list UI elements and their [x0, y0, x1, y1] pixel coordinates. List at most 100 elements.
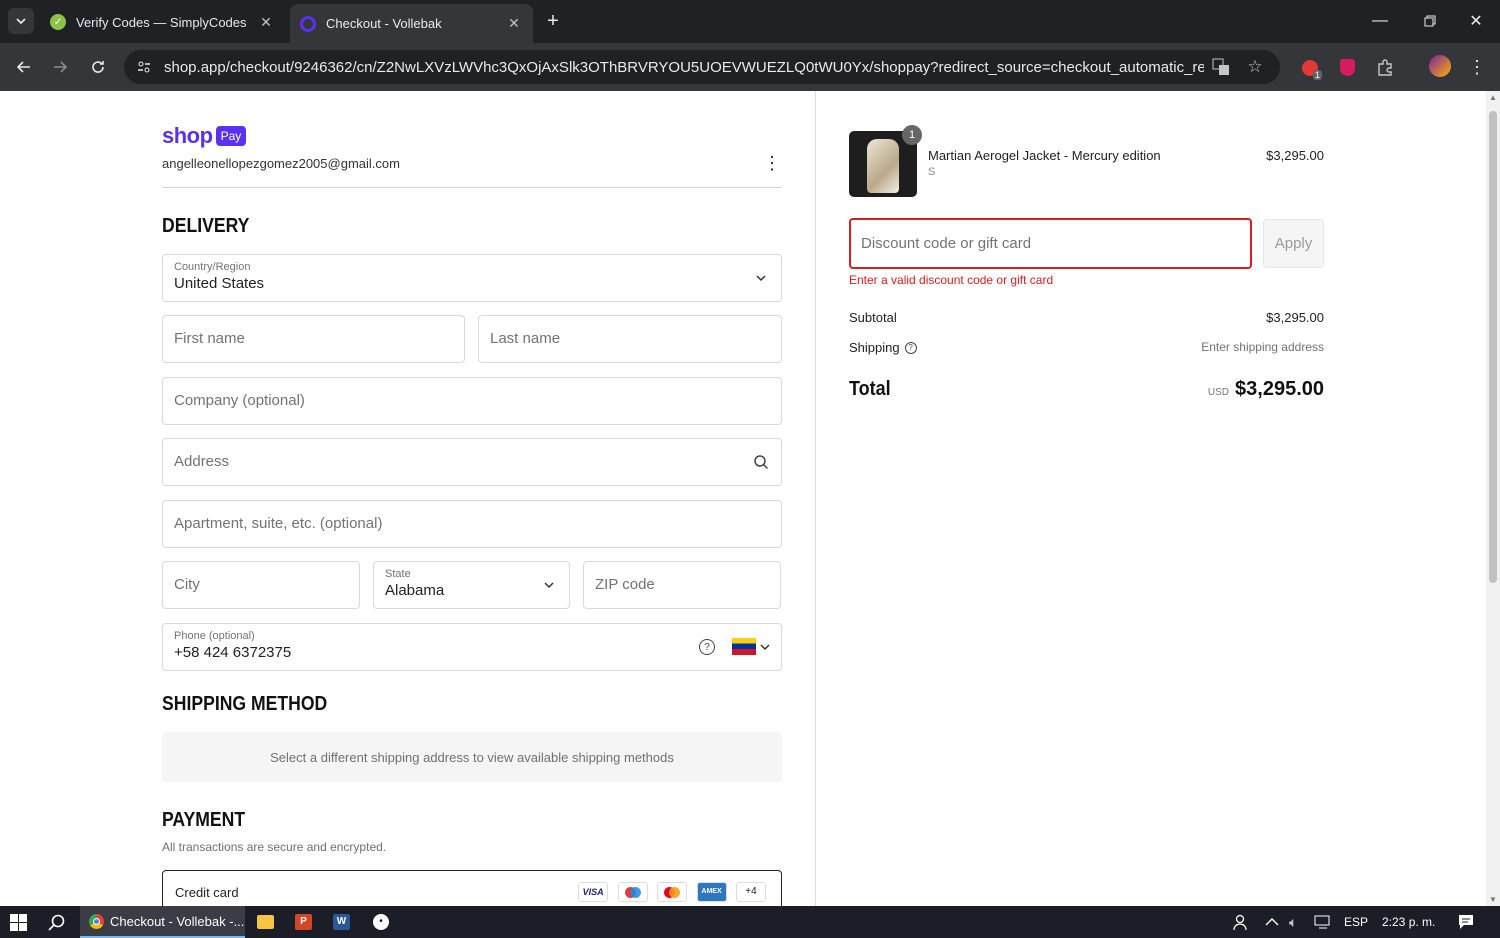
- card-brands: VISA AMEX +4: [573, 882, 766, 902]
- powerpoint-icon[interactable]: P: [295, 914, 312, 930]
- address-placeholder: Address: [174, 453, 230, 470]
- close-window-icon[interactable]: ✕: [1464, 10, 1488, 32]
- taskbar-chrome-app[interactable]: Checkout - Vollebak -...: [80, 906, 245, 938]
- pay-badge: Pay: [215, 126, 247, 146]
- state-select[interactable]: State Alabama: [373, 561, 570, 609]
- windows-taskbar: Checkout - Vollebak -... P W • 🔈︎ ESP 2:…: [0, 906, 1500, 938]
- reload-icon[interactable]: [86, 55, 110, 79]
- phone-field[interactable]: Phone (optional) +58 424 6372375 ?: [162, 623, 782, 671]
- new-tab-icon[interactable]: +: [542, 10, 564, 32]
- back-icon[interactable]: [12, 55, 36, 79]
- phone-value: +58 424 6372375: [174, 644, 292, 661]
- phone-label: Phone (optional): [174, 630, 255, 642]
- account-menu-icon[interactable]: ⋮: [762, 153, 782, 173]
- simplycodes-favicon-icon: ✓: [50, 14, 66, 30]
- country-label: Country/Region: [174, 261, 251, 273]
- shipping-help-icon[interactable]: ?: [904, 341, 917, 354]
- apartment-placeholder: Apartment, suite, etc. (optional): [174, 515, 383, 532]
- header-divider: [162, 187, 782, 188]
- maestro-icon: [617, 882, 648, 902]
- total-value: $3,295.00: [1235, 378, 1324, 400]
- tab-verify-codes[interactable]: ✓ Verify Codes — SimplyCodes ✕: [40, 6, 285, 38]
- item-quantity-badge: 1: [902, 125, 922, 145]
- company-placeholder: Company (optional): [174, 392, 305, 409]
- city-placeholder: City: [174, 576, 200, 593]
- credit-card-label: Credit card: [175, 885, 239, 900]
- venezuela-flag-icon: [732, 638, 756, 655]
- site-info-icon[interactable]: [124, 59, 164, 75]
- windows-start-icon[interactable]: [10, 914, 27, 931]
- chevron-down-icon: [543, 579, 555, 591]
- total-amount: USD $3,295.00: [1208, 378, 1324, 401]
- browser-tab-strip: ✓ Verify Codes — SimplyCodes ✕ Checkout …: [0, 0, 1500, 43]
- extensions-puzzle-icon[interactable]: [1374, 56, 1396, 78]
- language-indicator[interactable]: ESP: [1344, 915, 1368, 929]
- page-scrollbar[interactable]: ▲ ▼: [1486, 91, 1500, 906]
- shop-pay-logo: shop Pay: [162, 123, 247, 149]
- forward-icon[interactable]: [48, 55, 72, 79]
- first-name-placeholder: First name: [174, 330, 245, 347]
- volume-icon[interactable]: 🔈︎: [1289, 914, 1297, 931]
- address-field[interactable]: Address: [162, 438, 782, 486]
- close-tab-icon[interactable]: ✕: [257, 14, 275, 31]
- first-name-field[interactable]: First name: [162, 315, 465, 363]
- country-select[interactable]: Country/Region United States: [162, 254, 782, 302]
- account-email: angelleonellopezgomez2005@gmail.com: [162, 156, 400, 171]
- total-label: Total: [849, 378, 891, 400]
- subtotal-label: Subtotal: [849, 310, 897, 325]
- tab-title: Checkout - Vollebak: [326, 16, 442, 31]
- payment-subtitle: All transactions are secure and encrypte…: [162, 840, 387, 854]
- city-field[interactable]: City: [162, 561, 360, 609]
- shipping-row: Shipping ?: [849, 340, 917, 355]
- bookmark-star-icon[interactable]: ☆: [1238, 57, 1272, 77]
- visa-icon: VISA: [578, 882, 609, 902]
- payment-heading: PAYMENT: [162, 809, 246, 831]
- more-cards-badge: +4: [736, 882, 766, 902]
- search-icon[interactable]: [48, 914, 65, 931]
- state-value: Alabama: [385, 582, 445, 599]
- last-name-field[interactable]: Last name: [478, 315, 782, 363]
- tab-title: Verify Codes — SimplyCodes: [76, 14, 247, 30]
- browser-menu-icon[interactable]: ⋮: [1468, 56, 1486, 78]
- word-icon[interactable]: W: [333, 914, 350, 930]
- company-field[interactable]: Company (optional): [162, 377, 782, 425]
- minimize-icon[interactable]: —: [1368, 10, 1392, 32]
- search-icon: [753, 454, 769, 470]
- shipping-value: Enter shipping address: [1201, 340, 1324, 354]
- close-tab-icon[interactable]: ✕: [505, 15, 523, 32]
- tray-chevron-up-icon[interactable]: [1265, 916, 1279, 928]
- subtotal-value: $3,295.00: [1266, 310, 1324, 325]
- tab-search-chevron-icon[interactable]: [8, 8, 34, 34]
- apply-button[interactable]: Apply: [1263, 219, 1324, 268]
- shipping-method-heading: SHIPPING METHOD: [162, 693, 328, 715]
- shield-extension-icon[interactable]: [1336, 56, 1358, 78]
- country-flag-picker[interactable]: [732, 638, 771, 655]
- zip-field[interactable]: ZIP code: [583, 561, 781, 609]
- network-icon[interactable]: [1314, 915, 1332, 929]
- translate-icon[interactable]: [1204, 58, 1238, 76]
- apartment-field[interactable]: Apartment, suite, etc. (optional): [162, 500, 782, 548]
- people-icon[interactable]: [1233, 914, 1250, 931]
- file-explorer-icon[interactable]: [257, 915, 274, 929]
- item-variant: S: [928, 166, 936, 178]
- credit-card-option[interactable]: Credit card VISA AMEX +4: [162, 870, 782, 906]
- amex-icon: AMEX: [696, 882, 727, 902]
- shipping-label: Shipping: [849, 340, 900, 355]
- chevron-down-icon: [755, 272, 767, 284]
- clock[interactable]: 2:23 p. m.: [1382, 915, 1435, 929]
- zip-placeholder: ZIP code: [595, 576, 655, 593]
- restore-icon[interactable]: [1418, 10, 1442, 32]
- help-circle-icon[interactable]: ?: [699, 639, 715, 655]
- scrollbar-thumb[interactable]: [1489, 111, 1497, 583]
- notification-center-icon[interactable]: [1458, 914, 1474, 930]
- taskbar-app-title: Checkout - Vollebak -...: [110, 913, 245, 929]
- profile-avatar-icon[interactable]: [1429, 55, 1451, 77]
- chevron-down-icon: [760, 643, 770, 650]
- address-bar[interactable]: shop.app/checkout/9246362/cn/Z2NwLXVzLWV…: [124, 50, 1280, 84]
- tab-checkout[interactable]: Checkout - Vollebak ✕: [290, 4, 533, 43]
- discount-code-field[interactable]: Discount code or gift card: [849, 218, 1252, 269]
- chat-app-icon[interactable]: •: [373, 914, 389, 930]
- extension-red-icon[interactable]: 1: [1298, 56, 1322, 80]
- item-price: $3,295.00: [1266, 148, 1324, 163]
- shipping-method-message: Select a different shipping address to v…: [270, 749, 674, 765]
